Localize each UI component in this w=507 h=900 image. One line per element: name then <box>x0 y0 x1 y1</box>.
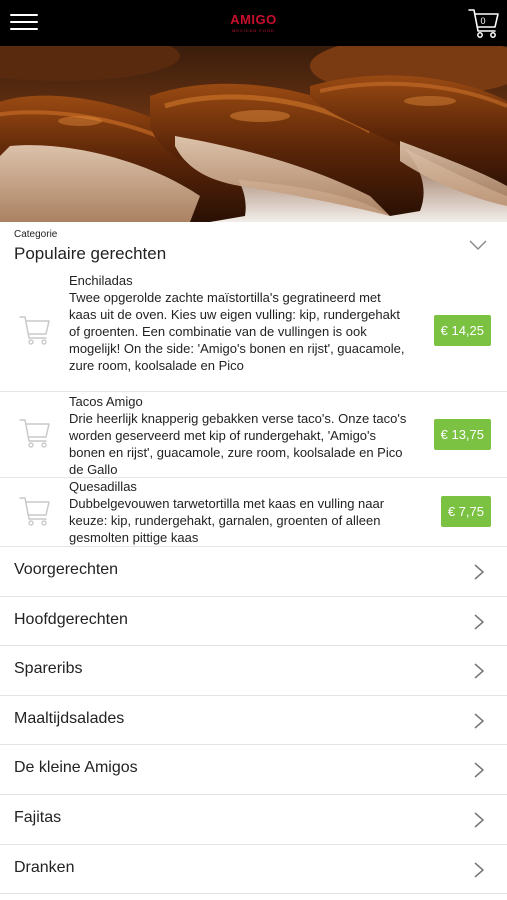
category-selector[interactable]: Categorie Populaire gerechten <box>0 222 507 268</box>
chevron-right-icon <box>474 812 484 828</box>
price-button[interactable]: € 13,75 <box>433 419 491 450</box>
chevron-right-icon <box>474 614 484 630</box>
menu-item-label: Hoofdgerechten <box>14 610 128 628</box>
price-button[interactable]: € 7,75 <box>440 496 491 527</box>
add-to-cart-icon[interactable] <box>18 495 52 527</box>
menu-item-label: Dranken <box>14 858 75 876</box>
hero-image <box>0 46 507 222</box>
cart-count: 0 <box>480 16 486 26</box>
logo-text: AMIGO <box>230 12 277 27</box>
menu-item-maaltijdsalades[interactable]: Maaltijdsalades <box>0 696 507 746</box>
dish-description: Twee opgerolde zachte maïstortilla's geg… <box>69 290 405 373</box>
menu-item-fajitas[interactable]: Fajitas <box>0 795 507 845</box>
cart-button[interactable]: 0 <box>467 6 501 40</box>
menu-item-label: Voorgerechten <box>14 561 119 578</box>
dish-item[interactable]: Quesadillas Dubbelgevouwen tarwetortilla… <box>0 478 507 547</box>
chevron-right-icon <box>474 564 484 580</box>
chevron-right-icon <box>474 861 484 878</box>
chevron-right-icon <box>474 762 484 778</box>
menu-item-voorgerechten[interactable]: Voorgerechten <box>0 547 507 597</box>
dish-description: Dubbelgevouwen tarwetortilla met kaas en… <box>69 496 385 545</box>
dish-name: Quesadillas <box>69 479 137 494</box>
add-to-cart-icon[interactable] <box>18 314 52 346</box>
price-button[interactable]: € 14,25 <box>433 315 491 346</box>
menu-item-label: Spareribs <box>14 660 83 678</box>
category-title: Populaire gerechten <box>14 244 167 263</box>
menu-item-spareribs[interactable]: Spareribs <box>0 646 507 696</box>
menu-item-de-kleine-amigos[interactable]: De kleine Amigos <box>0 745 507 795</box>
dish-item[interactable]: Tacos Amigo Drie heerlijk knapperig geba… <box>0 392 507 478</box>
menu-item-label: Fajitas <box>14 808 62 826</box>
dish-name: Enchiladas <box>69 273 133 288</box>
logo[interactable]: AMIGO MEXICAN FOOD <box>0 12 507 33</box>
dish-item[interactable]: Enchiladas Twee opgerolde zachte maïstor… <box>0 268 507 392</box>
category-label: Categorie <box>14 229 58 240</box>
chevron-right-icon <box>474 713 484 729</box>
dish-name: Tacos Amigo <box>69 394 143 409</box>
chevron-down-icon[interactable] <box>469 239 487 251</box>
category-menu: Voorgerechten Hoofdgerechten Spareribs M… <box>0 547 507 895</box>
menu-item-hoofdgerechten[interactable]: Hoofdgerechten <box>0 597 507 647</box>
spare-ribs-photo <box>0 46 507 222</box>
add-to-cart-icon[interactable] <box>18 417 52 449</box>
logo-subtext: MEXICAN FOOD <box>232 28 275 33</box>
top-bar: AMIGO MEXICAN FOOD 0 <box>0 0 507 46</box>
dish-description: Drie heerlijk knapperig gebakken verse t… <box>69 411 407 477</box>
menu-item-dranken[interactable]: Dranken <box>0 845 507 895</box>
menu-item-label: Maaltijdsalades <box>14 709 125 727</box>
chevron-right-icon <box>474 663 484 679</box>
menu-item-label: De kleine Amigos <box>14 759 138 777</box>
